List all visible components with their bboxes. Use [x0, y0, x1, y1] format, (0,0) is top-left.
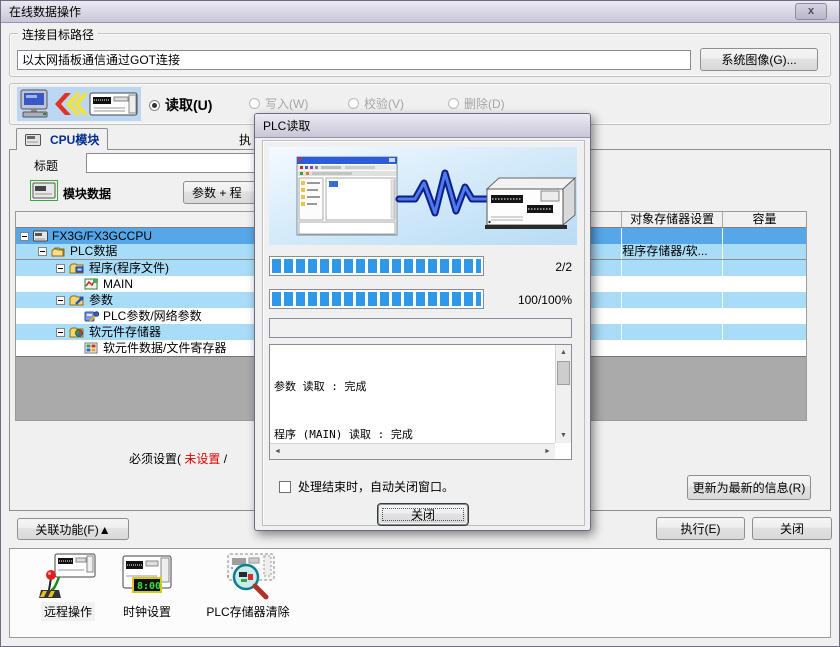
checkbox-icon[interactable] — [279, 481, 291, 493]
shortcut-remote-operation[interactable]: 远程操作 — [29, 552, 107, 621]
radio-write-icon — [249, 98, 260, 109]
radio-read-icon — [149, 100, 160, 111]
parameter-folder-icon — [69, 294, 85, 306]
scroll-up-icon[interactable]: ▲ — [556, 345, 571, 360]
progress-log-box[interactable]: 参数 读取 : 完成 程序 (MAIN) 读取 : 完成 PLC读取 : 结束 … — [269, 344, 572, 460]
radio-verify[interactable]: 校验(V) — [348, 95, 404, 112]
system-image-button[interactable]: 系统图像(G)... — [700, 48, 818, 71]
tree-expander[interactable] — [56, 296, 65, 305]
dialog-title: PLC读取 — [263, 117, 310, 134]
current-message-field — [269, 318, 572, 338]
title-label: 标题 — [34, 157, 58, 174]
close-icon: x — [808, 6, 814, 17]
svg-text:8:00: 8:00 — [137, 581, 161, 592]
data-folders-icon — [51, 246, 66, 258]
window-title: 在线数据操作 — [9, 3, 81, 20]
clipped-exec-label: 执 — [239, 131, 251, 148]
related-functions-button[interactable]: 关联功能(F)▲ — [17, 518, 129, 540]
steps-progress-bar — [269, 256, 484, 276]
online-data-operation-window: 在线数据操作 x 连接目标路径 以太网插板通信通过GOT连接 系统图像(G)..… — [0, 0, 840, 647]
shortcut-plc-memory-clear[interactable]: PLC存储器清除 — [193, 552, 303, 621]
dialog-close-button[interactable]: 关闭 — [378, 504, 468, 525]
refresh-info-button[interactable]: 更新为最新的信息(R) — [687, 475, 811, 500]
horizontal-scrollbar[interactable]: ◄ ► — [270, 443, 555, 459]
tree-expander[interactable] — [56, 328, 65, 337]
window-close-button[interactable]: x — [795, 3, 827, 20]
radio-delete-icon — [448, 98, 459, 109]
shortcut-label: 远程操作 — [41, 602, 95, 621]
tab-cpu-module[interactable]: CPU模块 — [16, 128, 108, 150]
connection-path-value: 以太网插板通信通过GOT连接 — [22, 53, 180, 67]
connection-legend: 连接目标路径 — [18, 26, 98, 43]
radio-write[interactable]: 写入(W) — [249, 95, 308, 112]
scrollbar-thumb[interactable] — [557, 361, 570, 385]
required-value: 未设置 — [184, 452, 220, 466]
tree-expander[interactable] — [20, 232, 29, 241]
module-data-label: 模块数据 — [63, 185, 111, 202]
software-window — [297, 157, 397, 235]
required-setting-note: 必须设置( 未设置 / — [129, 450, 227, 467]
device-memory-folder-icon — [69, 326, 85, 338]
shortcut-clock-setting[interactable]: 8:00 时钟设置 — [109, 552, 185, 621]
plc-icon — [89, 90, 139, 118]
plc-parameter-icon — [84, 310, 99, 322]
plc-read-dialog: PLC读取 — [254, 113, 591, 531]
auto-close-option[interactable]: 处理结束时，自动关闭窗口。 — [279, 478, 454, 495]
left-arrows-icon — [55, 92, 87, 116]
remote-operation-icon — [39, 552, 97, 600]
vertical-scrollbar[interactable]: ▲ ▼ — [555, 345, 571, 443]
plc-module-icon — [33, 230, 48, 242]
clock-setting-icon: 8:00 — [119, 552, 175, 600]
window-titlebar[interactable]: 在线数据操作 — [1, 1, 839, 23]
shortcut-label: PLC存储器清除 — [203, 602, 292, 621]
program-folder-icon — [69, 262, 85, 274]
steps-progress-label: 2/2 — [485, 260, 572, 274]
cpu-module-icon — [25, 134, 41, 146]
computer-icon — [19, 89, 53, 119]
plc-device — [485, 178, 575, 229]
radio-delete[interactable]: 删除(D) — [448, 95, 505, 112]
progress-log-text: 参数 读取 : 完成 程序 (MAIN) 读取 : 完成 PLC读取 : 结束 — [270, 345, 555, 443]
percent-progress-label: 100/100% — [485, 293, 572, 307]
dialog-titlebar[interactable]: PLC读取 — [255, 114, 590, 138]
radio-read[interactable]: 读取(U) — [149, 95, 212, 115]
tree-expander[interactable] — [56, 264, 65, 273]
shortcut-label: 时钟设置 — [120, 602, 174, 621]
percent-progress-bar — [269, 289, 484, 309]
execute-button[interactable]: 执行(E) — [656, 517, 745, 540]
close-button[interactable]: 关闭 — [752, 517, 832, 540]
plc-memory-clear-icon — [216, 552, 280, 600]
scroll-right-icon[interactable]: ► — [540, 444, 555, 459]
scroll-left-icon[interactable]: ◄ — [270, 444, 285, 459]
module-data-icon — [30, 180, 58, 201]
scroll-down-icon[interactable]: ▼ — [556, 428, 571, 443]
device-data-icon — [84, 342, 99, 354]
transfer-direction-icon — [17, 87, 141, 121]
program-file-icon — [84, 278, 99, 290]
connection-path-input[interactable]: 以太网插板通信通过GOT连接 — [17, 50, 691, 70]
transfer-illustration — [269, 147, 577, 245]
tree-expander[interactable] — [38, 247, 47, 256]
radio-verify-icon — [348, 98, 359, 109]
auto-close-label: 处理结束时，自动关闭窗口。 — [298, 478, 454, 495]
